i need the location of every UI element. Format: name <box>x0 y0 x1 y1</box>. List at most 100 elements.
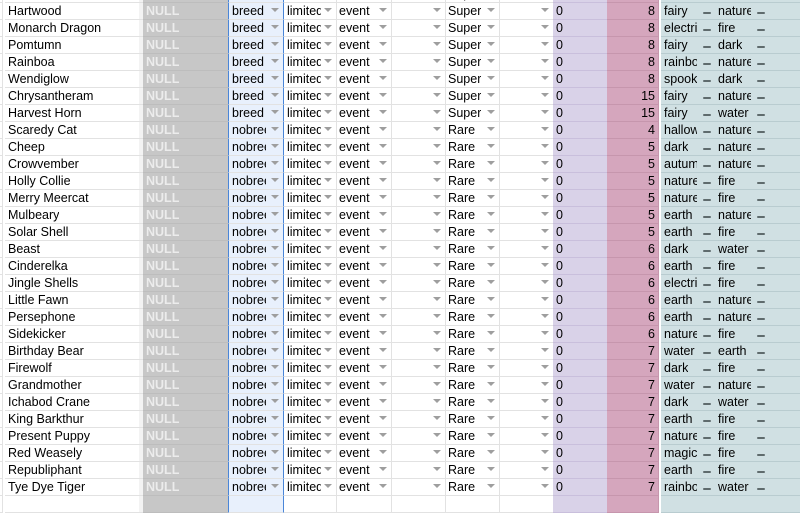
null-cell[interactable]: NULL <box>143 20 229 37</box>
empty-dropdown[interactable] <box>391 241 446 258</box>
dropdown-arrow-icon[interactable] <box>541 8 549 12</box>
type1-dropdown[interactable]: water <box>661 377 716 394</box>
number-cell[interactable]: 8 <box>607 37 659 54</box>
chevron-down-icon[interactable] <box>703 335 711 337</box>
zero-cell[interactable]: 0 <box>553 445 608 462</box>
empty-dropdown[interactable] <box>499 71 554 88</box>
dropdown-arrow-icon[interactable] <box>324 399 332 403</box>
dropdown-arrow-icon[interactable] <box>379 144 387 148</box>
empty-dropdown[interactable] <box>499 54 554 71</box>
type2-dropdown[interactable]: fire <box>715 275 770 292</box>
empty-cell[interactable] <box>769 309 800 326</box>
dropdown-arrow-icon[interactable] <box>541 229 549 233</box>
empty-cell[interactable] <box>769 479 800 496</box>
chevron-down-icon[interactable] <box>757 250 765 252</box>
dropdown-arrow-icon[interactable] <box>324 433 332 437</box>
dropdown-arrow-icon[interactable] <box>324 297 332 301</box>
dropdown-arrow-icon[interactable] <box>487 382 495 386</box>
dropdown-arrow-icon[interactable] <box>487 297 495 301</box>
dropdown-arrow-icon[interactable] <box>487 348 495 352</box>
chevron-down-icon[interactable] <box>703 386 711 388</box>
dropdown-arrow-icon[interactable] <box>324 365 332 369</box>
breed-dropdown[interactable]: nobreed <box>228 173 284 190</box>
dropdown-arrow-icon[interactable] <box>271 144 279 148</box>
empty-cell[interactable] <box>769 377 800 394</box>
source-dropdown[interactable]: event <box>336 309 392 326</box>
source-dropdown[interactable]: event <box>336 377 392 394</box>
dropdown-arrow-icon[interactable] <box>324 195 332 199</box>
dropdown-arrow-icon[interactable] <box>541 246 549 250</box>
dropdown-arrow-icon[interactable] <box>541 314 549 318</box>
zero-cell[interactable]: 0 <box>553 343 608 360</box>
dropdown-arrow-icon[interactable] <box>379 229 387 233</box>
empty-dropdown[interactable] <box>499 258 554 275</box>
type2-dropdown[interactable]: fire <box>715 326 770 343</box>
dropdown-arrow-icon[interactable] <box>324 161 332 165</box>
breed-dropdown[interactable]: breed <box>228 71 284 88</box>
dropdown-arrow-icon[interactable] <box>379 195 387 199</box>
rarity-dropdown[interactable]: Rare <box>445 462 500 479</box>
source-dropdown[interactable]: event <box>336 139 392 156</box>
chevron-down-icon[interactable] <box>703 471 711 473</box>
number-cell[interactable]: 6 <box>607 292 659 309</box>
empty-cell[interactable] <box>769 445 800 462</box>
dropdown-arrow-icon[interactable] <box>379 433 387 437</box>
chevron-down-icon[interactable] <box>703 318 711 320</box>
dropdown-arrow-icon[interactable] <box>487 110 495 114</box>
dropdown-arrow-icon[interactable] <box>541 178 549 182</box>
availability-dropdown[interactable]: limited <box>284 37 337 54</box>
type2-dropdown[interactable]: earth <box>715 343 770 360</box>
dropdown-arrow-icon[interactable] <box>271 467 279 471</box>
rarity-dropdown[interactable]: Rare <box>445 377 500 394</box>
rarity-dropdown[interactable]: Rare <box>445 309 500 326</box>
dropdown-arrow-icon[interactable] <box>324 42 332 46</box>
empty-dropdown[interactable] <box>499 173 554 190</box>
source-dropdown[interactable]: event <box>336 360 392 377</box>
breed-dropdown[interactable]: nobreed <box>228 428 284 445</box>
empty-dropdown[interactable] <box>499 292 554 309</box>
dropdown-arrow-icon[interactable] <box>324 25 332 29</box>
empty-dropdown[interactable] <box>499 445 554 462</box>
breed-dropdown[interactable]: nobreed <box>228 462 284 479</box>
empty-dropdown[interactable] <box>499 241 554 258</box>
zero-cell[interactable]: 0 <box>553 173 608 190</box>
rarity-dropdown[interactable]: Rare <box>445 479 500 496</box>
empty-cell[interactable] <box>769 71 800 88</box>
dropdown-arrow-icon[interactable] <box>433 25 441 29</box>
chevron-down-icon[interactable] <box>703 369 711 371</box>
null-cell[interactable]: NULL <box>143 3 229 20</box>
null-cell[interactable]: NULL <box>143 411 229 428</box>
breed-dropdown[interactable]: nobreed <box>228 224 284 241</box>
availability-dropdown[interactable]: limited <box>284 394 337 411</box>
dropdown-arrow-icon[interactable] <box>379 399 387 403</box>
name-cell[interactable]: Beast <box>5 241 140 258</box>
source-dropdown[interactable]: event <box>336 292 392 309</box>
availability-dropdown[interactable]: limited <box>284 139 337 156</box>
source-dropdown[interactable]: event <box>336 207 392 224</box>
rarity-dropdown[interactable]: Rare <box>445 428 500 445</box>
dropdown-arrow-icon[interactable] <box>379 280 387 284</box>
source-dropdown[interactable]: event <box>336 462 392 479</box>
dropdown-arrow-icon[interactable] <box>433 42 441 46</box>
rarity-dropdown[interactable]: Rare <box>445 258 500 275</box>
null-cell[interactable]: NULL <box>143 156 229 173</box>
chevron-down-icon[interactable] <box>757 386 765 388</box>
number-cell[interactable]: 5 <box>607 207 659 224</box>
source-dropdown[interactable]: event <box>336 428 392 445</box>
name-cell[interactable]: Little Fawn <box>5 292 140 309</box>
empty-dropdown[interactable] <box>499 377 554 394</box>
empty-cell[interactable] <box>769 3 800 20</box>
availability-dropdown[interactable]: limited <box>284 479 337 496</box>
dropdown-arrow-icon[interactable] <box>541 297 549 301</box>
availability-dropdown[interactable]: limited <box>284 343 337 360</box>
null-cell[interactable]: NULL <box>143 343 229 360</box>
empty-dropdown[interactable] <box>391 190 446 207</box>
chevron-down-icon[interactable] <box>703 267 711 269</box>
zero-cell[interactable]: 0 <box>553 224 608 241</box>
dropdown-arrow-icon[interactable] <box>433 144 441 148</box>
empty-cell[interactable] <box>769 394 800 411</box>
null-cell[interactable]: NULL <box>143 445 229 462</box>
empty-cell[interactable] <box>769 275 800 292</box>
empty-dropdown[interactable] <box>391 139 446 156</box>
zero-cell[interactable] <box>553 496 608 513</box>
